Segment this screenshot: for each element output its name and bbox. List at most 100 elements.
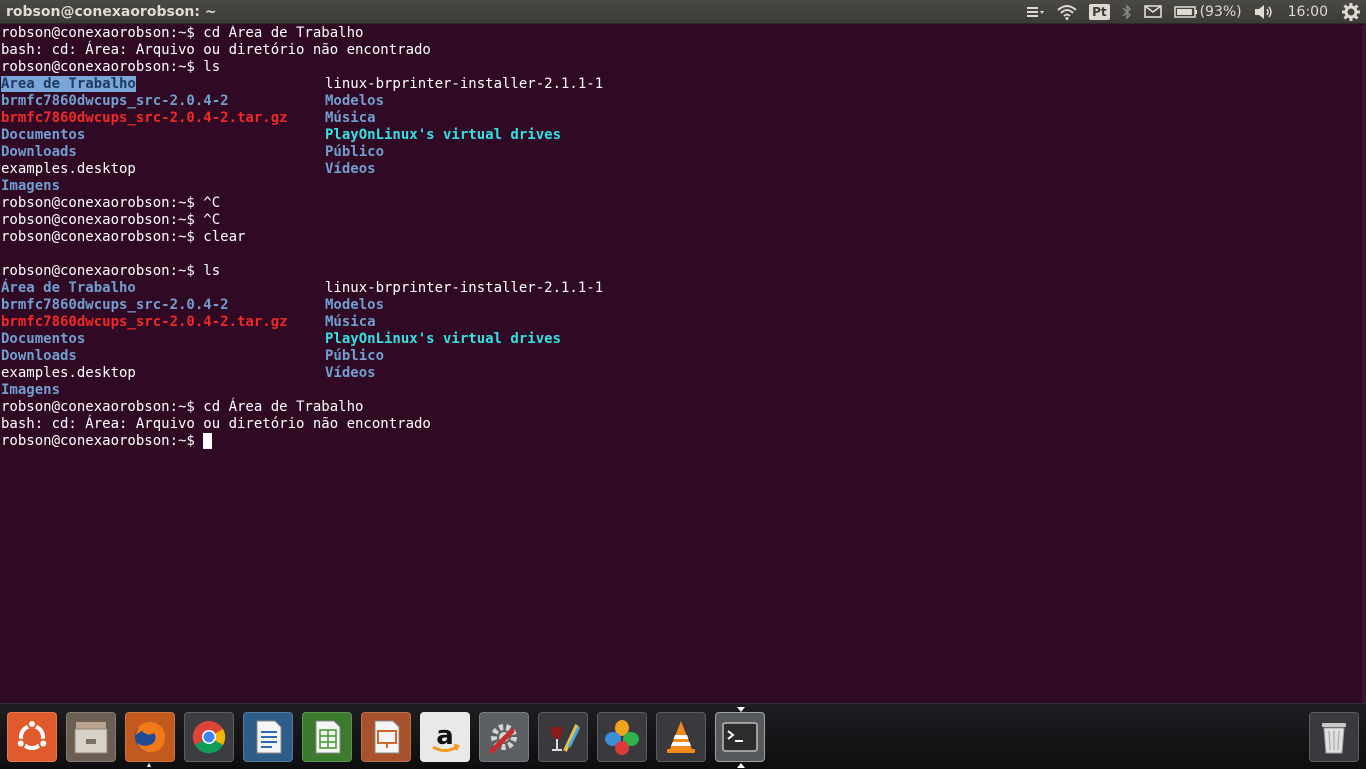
- ls-entry: Downloads: [1, 144, 325, 161]
- battery-percent: (93%): [1199, 3, 1242, 20]
- system-settings-icon: [489, 724, 517, 754]
- dock-item-ubuntu-dash[interactable]: [7, 712, 57, 762]
- clock[interactable]: 16:00: [1280, 0, 1336, 24]
- menu-icon[interactable]: [1021, 0, 1051, 24]
- playonlinux-icon: [605, 720, 639, 755]
- ls-entry: Área de Trabalho: [1, 76, 325, 93]
- dock-item-calc[interactable]: [302, 712, 352, 762]
- ls-entry-name: examples.desktop: [1, 161, 136, 177]
- ls-entry-name: Documentos: [1, 127, 86, 143]
- libreoffice-calc-icon: [315, 720, 341, 754]
- bluetooth-icon[interactable]: [1116, 0, 1138, 24]
- battery-icon: [1173, 5, 1197, 18]
- terminal-scrollbar[interactable]: [1362, 25, 1366, 703]
- terminal-line: robson@conexaorobson:~$ clear: [1, 229, 1363, 246]
- ls-entry-name: Público: [325, 348, 385, 364]
- ls-entry-name: PlayOnLinux's virtual drives: [325, 331, 562, 347]
- dock-item-chrome[interactable]: [184, 712, 234, 762]
- ls-entry: Imagens: [1, 178, 325, 195]
- ls-entry: Documentos: [1, 331, 325, 348]
- terminal-line: Imagens: [1, 178, 1363, 195]
- terminal-line: Imagens: [1, 382, 1363, 399]
- ls-entry: Área de Trabalho: [1, 280, 325, 297]
- terminal-text: bash: cd: Área: Arquivo ou diretório não…: [1, 42, 431, 58]
- ls-entry-name: Downloads: [1, 348, 77, 364]
- ls-entry-name: Modelos: [325, 297, 385, 313]
- ls-entry: Downloads: [1, 348, 325, 365]
- dock-item-impress[interactable]: [361, 712, 411, 762]
- terminal-line: bash: cd: Área: Arquivo ou diretório não…: [1, 42, 1363, 59]
- terminal-line: Downloads Público: [1, 144, 1363, 161]
- ls-entry-name: Vídeos: [325, 365, 376, 381]
- power-gear-icon[interactable]: [1336, 0, 1366, 24]
- terminal-line: Área de Trabalho linux-brprinter-installe…: [1, 280, 1363, 297]
- terminal-line: brmfc7860dwcups_src-2.0.4-2 Modelos: [1, 93, 1363, 110]
- ls-entry-name: Música: [325, 110, 376, 126]
- terminal-text: robson@conexaorobson:~$ ^C: [1, 212, 221, 228]
- volume-icon[interactable]: [1248, 0, 1280, 24]
- ls-entry: brmfc7860dwcups_src-2.0.4-2.tar.gz: [1, 314, 325, 331]
- keyboard-layout-label: Pt: [1089, 3, 1110, 20]
- dock-item-wine[interactable]: [538, 712, 588, 762]
- terminal-line: robson@conexaorobson:~$ cd Área de Traba…: [1, 25, 1363, 42]
- terminal-text: bash: cd: Área: Arquivo ou diretório não…: [1, 416, 431, 432]
- ls-entry-name: Modelos: [325, 93, 385, 109]
- active-indicator-bottom: [737, 763, 745, 768]
- terminal-text: robson@conexaorobson:~$ ^C: [1, 195, 221, 211]
- trash-icon: [1322, 723, 1346, 754]
- dock-item-files[interactable]: [66, 712, 116, 762]
- ls-entry-name: brmfc7860dwcups_src-2.0.4-2: [1, 297, 229, 313]
- terminal-line: brmfc7860dwcups_src-2.0.4-2.tar.gz Música: [1, 314, 1363, 331]
- terminal-line: examples.desktop Vídeos: [1, 365, 1363, 382]
- active-indicator-top: [737, 707, 745, 712]
- terminal-line: robson@conexaorobson:~$ cd Área de Traba…: [1, 399, 1363, 416]
- dock-item-terminal[interactable]: [715, 707, 765, 768]
- terminal-line: Documentos PlayOnLinux's virtual drives: [1, 331, 1363, 348]
- terminal-text: robson@conexaorobson:~$ ls: [1, 263, 221, 279]
- terminal-text: robson@conexaorobson:~$ cd Área de Traba…: [1, 399, 364, 415]
- terminal-line: brmfc7860dwcups_src-2.0.4-2 Modelos: [1, 297, 1363, 314]
- files-icon: [74, 722, 108, 754]
- ls-entry: Documentos: [1, 127, 325, 144]
- ls-entry-name: Área de Trabalho: [1, 280, 136, 296]
- ls-entry: brmfc7860dwcups_src-2.0.4-2.tar.gz: [1, 110, 325, 127]
- dock-item-firefox[interactable]: ▴: [125, 712, 175, 769]
- dock-item-amazon[interactable]: a: [420, 712, 470, 762]
- indicator-area: Pt (93%) 16:00: [1021, 0, 1366, 24]
- ls-entry-name: linux-brprinter-installer-2.1.1-1: [325, 76, 604, 92]
- dock-item-writer[interactable]: [243, 712, 293, 762]
- terminal-line: robson@conexaorobson:~$ ^C: [1, 212, 1363, 229]
- battery-indicator[interactable]: (93%): [1168, 0, 1248, 24]
- ls-entry-name: Vídeos: [325, 161, 376, 177]
- terminal-line: Área de Trabalho linux-brprinter-installe…: [1, 76, 1363, 93]
- mail-icon[interactable]: [1138, 0, 1168, 24]
- terminal-line: robson@conexaorobson:~$ ^C: [1, 195, 1363, 212]
- ls-entry-name: Documentos: [1, 331, 86, 347]
- terminal-line: examples.desktop Vídeos: [1, 161, 1363, 178]
- dock-item-playonlinux[interactable]: [597, 712, 647, 762]
- terminal-icon: [722, 722, 758, 752]
- dock-item-settings[interactable]: [479, 712, 529, 762]
- vlc-icon: [667, 721, 695, 753]
- dock-item-trash[interactable]: [1309, 712, 1359, 762]
- top-panel: robson@conexaorobson: ~ Pt (93%) 16:00: [0, 0, 1366, 24]
- terminal-line: Documentos PlayOnLinux's virtual drives: [1, 127, 1363, 144]
- terminal-line: robson@conexaorobson:~$ ls: [1, 59, 1363, 76]
- ls-entry-name: Área de Trabalho: [1, 76, 136, 92]
- ls-entry-name: examples.desktop: [1, 365, 136, 381]
- ls-entry-name: Imagens: [1, 382, 61, 398]
- wifi-icon[interactable]: [1051, 0, 1083, 24]
- firefox-icon: [135, 721, 166, 753]
- terminal-text: robson@conexaorobson:~$ clear: [1, 229, 246, 245]
- svg-text:a: a: [436, 721, 454, 751]
- terminal-output[interactable]: robson@conexaorobson:~$ cd Área de Traba…: [0, 25, 1363, 703]
- terminal-line: brmfc7860dwcups_src-2.0.4-2.tar.gz Música: [1, 110, 1363, 127]
- launcher: ▴ a: [0, 703, 1366, 769]
- dock-item-vlc[interactable]: [656, 712, 706, 762]
- keyboard-layout-indicator[interactable]: Pt: [1083, 0, 1116, 24]
- wine-icon: [551, 724, 581, 752]
- ls-entry-name: brmfc7860dwcups_src-2.0.4-2: [1, 93, 229, 109]
- ls-entry-name: PlayOnLinux's virtual drives: [325, 127, 562, 143]
- libreoffice-impress-icon: [374, 720, 400, 754]
- amazon-icon: a: [432, 721, 460, 752]
